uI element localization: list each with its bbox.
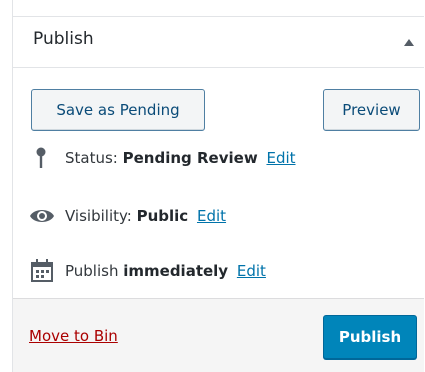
status-label: Status: Pending Review Edit bbox=[65, 149, 296, 167]
schedule-label: Publish immediately Edit bbox=[65, 262, 266, 280]
calendar-icon bbox=[31, 259, 53, 282]
publish-button[interactable]: Publish bbox=[323, 315, 417, 359]
panel-header[interactable]: Publish bbox=[13, 16, 424, 68]
panel-title: Publish bbox=[33, 29, 94, 49]
visibility-prefix: Visibility: bbox=[65, 207, 132, 225]
eye-icon bbox=[30, 210, 54, 222]
visibility-label: Visibility: Public Edit bbox=[65, 207, 226, 225]
visibility-value: Public bbox=[136, 207, 189, 225]
triangle-up-icon[interactable] bbox=[404, 39, 414, 46]
panel-footer: Move to Bin Publish bbox=[13, 298, 424, 372]
status-value: Pending Review bbox=[122, 149, 258, 167]
schedule-value: immediately bbox=[123, 262, 229, 280]
status-prefix: Status: bbox=[65, 149, 118, 167]
edit-schedule-link[interactable]: Edit bbox=[237, 262, 266, 280]
save-as-pending-button[interactable]: Save as Pending bbox=[31, 89, 205, 131]
edit-visibility-link[interactable]: Edit bbox=[197, 207, 226, 225]
pin-icon bbox=[36, 147, 46, 168]
preview-button[interactable]: Preview bbox=[323, 89, 420, 131]
edit-status-link[interactable]: Edit bbox=[266, 149, 295, 167]
move-to-bin-link[interactable]: Move to Bin bbox=[29, 327, 118, 345]
schedule-prefix: Publish bbox=[65, 262, 119, 280]
publish-panel: Publish Save as Pending Preview Status: … bbox=[12, 0, 424, 372]
